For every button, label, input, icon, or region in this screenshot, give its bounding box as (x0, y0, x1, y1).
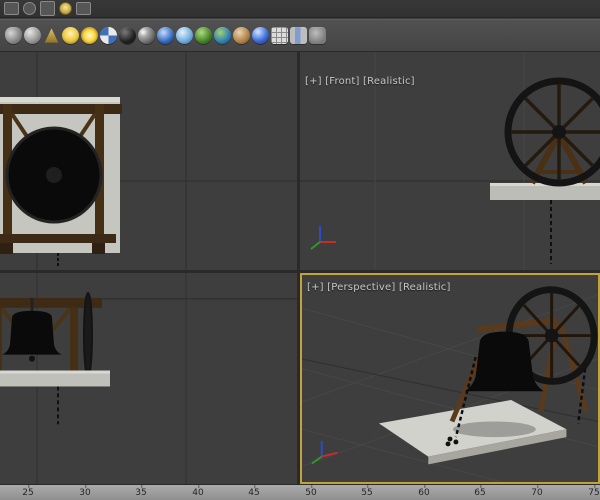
layer-badge-icon[interactable] (309, 27, 326, 44)
timeline-tick: 25 (22, 485, 34, 498)
render-grid-icon[interactable] (271, 27, 288, 44)
viewport-splitter-vertical[interactable] (297, 52, 300, 484)
top-left-viewport-canvas[interactable] (0, 52, 297, 270)
particle-sphere-icon[interactable] (138, 27, 155, 44)
foliage-sphere-icon[interactable] (195, 27, 212, 44)
earth-sphere-icon[interactable] (214, 27, 231, 44)
timeline-tick: 45 (248, 485, 260, 498)
cylinder-icon[interactable] (40, 1, 55, 16)
column-settings-icon[interactable] (290, 27, 307, 44)
sphere-icon[interactable] (24, 27, 41, 44)
main-toolbar (0, 19, 600, 52)
dark-sphere-icon[interactable] (119, 27, 136, 44)
viewport-bottom-left[interactable] (0, 273, 297, 484)
viewport-area: [+] [Front] [Realistic] [+] [Perspective… (0, 52, 600, 484)
water-sphere-icon[interactable] (176, 27, 193, 44)
viewport-front[interactable]: [+] [Front] [Realistic] (300, 52, 600, 270)
sun-icon[interactable] (81, 27, 98, 44)
cone-icon[interactable] (44, 28, 59, 43)
timeline-tick: 30 (79, 485, 91, 498)
timeline-tick: 75 (588, 485, 600, 498)
axis-gizmo (310, 226, 336, 250)
timeline-tick: 35 (135, 485, 147, 498)
axis-gizmo (311, 440, 338, 465)
viewport-perspective-label[interactable]: [+] [Perspective] [Realistic] (307, 282, 451, 293)
viewport-front-label[interactable]: [+] [Front] [Realistic] (305, 76, 415, 87)
perspective-viewport-canvas[interactable] (302, 275, 598, 482)
light-icon[interactable] (59, 2, 72, 15)
bell-model-back-view[interactable] (0, 97, 122, 266)
timeline-tick: 70 (531, 485, 543, 498)
blue-sphere-icon[interactable] (252, 27, 269, 44)
timeline-tick: 55 (361, 485, 373, 498)
timeline-tick: 60 (418, 485, 430, 498)
timeline-tick: 65 (474, 485, 486, 498)
bottom-left-viewport-canvas[interactable] (0, 273, 297, 484)
shapes-icon[interactable] (23, 2, 36, 15)
atom-sphere-icon[interactable] (157, 27, 174, 44)
viewport-perspective[interactable]: [+] [Perspective] [Realistic] (300, 273, 600, 484)
teapot-icon[interactable] (5, 27, 22, 44)
helpers-icon[interactable] (76, 2, 91, 15)
viewport-splitter-horizontal[interactable] (0, 270, 600, 273)
timeline-tick: 40 (192, 485, 204, 498)
bell-model-side-view[interactable] (0, 291, 110, 425)
shell-sphere-icon[interactable] (233, 27, 250, 44)
bell-wheel-model-front-view[interactable] (490, 77, 600, 264)
checker-sphere-icon[interactable] (100, 27, 117, 44)
viewport-cube-icon[interactable] (4, 2, 19, 15)
timeline-tick: 50 (305, 485, 317, 498)
timeline-trackbar[interactable]: 25 30 35 40 45 50 55 60 65 70 75 (0, 484, 600, 500)
bell-assembly-model-perspective[interactable] (378, 284, 598, 465)
top-toolbar (0, 0, 600, 18)
viewport-top-left[interactable] (0, 52, 297, 270)
lightbulb-icon[interactable] (62, 27, 79, 44)
